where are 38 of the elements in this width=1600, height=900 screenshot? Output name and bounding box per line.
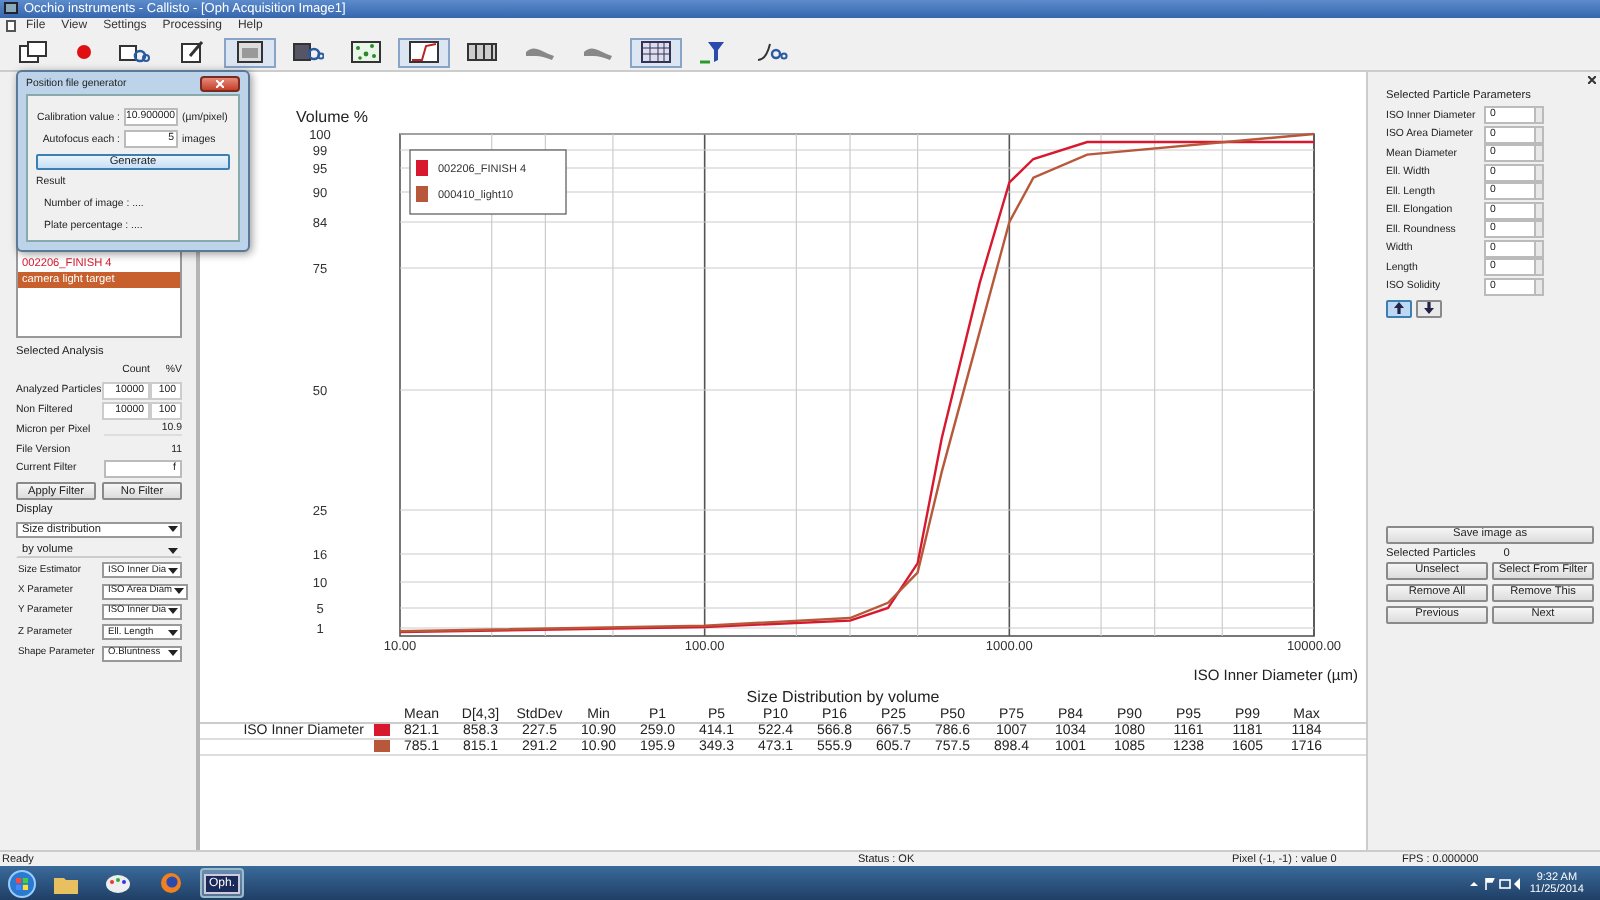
- particles-icon: [350, 40, 382, 65]
- document-icon: [6, 20, 16, 33]
- window-edit-icon: [176, 40, 208, 65]
- start-button-icon[interactable]: [8, 869, 36, 898]
- filter-icon: [698, 40, 730, 65]
- curve-gears-icon: [756, 40, 788, 65]
- caret-icon: [168, 567, 179, 574]
- up-arrow-icon: [1394, 302, 1404, 315]
- palette-icon: [106, 873, 130, 894]
- window-image-icon: [234, 40, 266, 65]
- table-title: Size Distribution by volume: [744, 687, 942, 706]
- grid-icon: [640, 40, 672, 65]
- caret-icon: [168, 650, 178, 657]
- sort-button[interactable]: [1416, 299, 1442, 318]
- caret-icon: [168, 629, 178, 636]
- down-arrow-icon: [1424, 302, 1434, 315]
- close-button[interactable]: [200, 75, 240, 91]
- caret-icon: [168, 547, 178, 554]
- caret-icon: [174, 588, 184, 595]
- close-icon[interactable]: [1588, 75, 1596, 84]
- app-icon: [4, 2, 18, 15]
- windows-icon: [18, 40, 50, 65]
- gears-icon: [292, 40, 324, 65]
- curve-chart-icon: [408, 40, 440, 65]
- axis-label: Volume %: [296, 107, 369, 126]
- sort-button[interactable]: [1386, 299, 1412, 318]
- browser-icon: [159, 872, 181, 895]
- caret-icon: [168, 526, 178, 533]
- close-icon: [216, 79, 224, 87]
- folder-icon: [54, 873, 78, 894]
- toolbar-button[interactable]: [630, 37, 682, 68]
- windows-gears-icon: [118, 40, 150, 65]
- record-icon: [76, 44, 92, 61]
- tray-icons: [1469, 877, 1522, 890]
- caret-icon: [168, 608, 179, 615]
- toolbar-button[interactable]: [224, 37, 276, 68]
- toolbar-button[interactable]: [398, 37, 450, 68]
- film-strip-icon: [466, 40, 498, 65]
